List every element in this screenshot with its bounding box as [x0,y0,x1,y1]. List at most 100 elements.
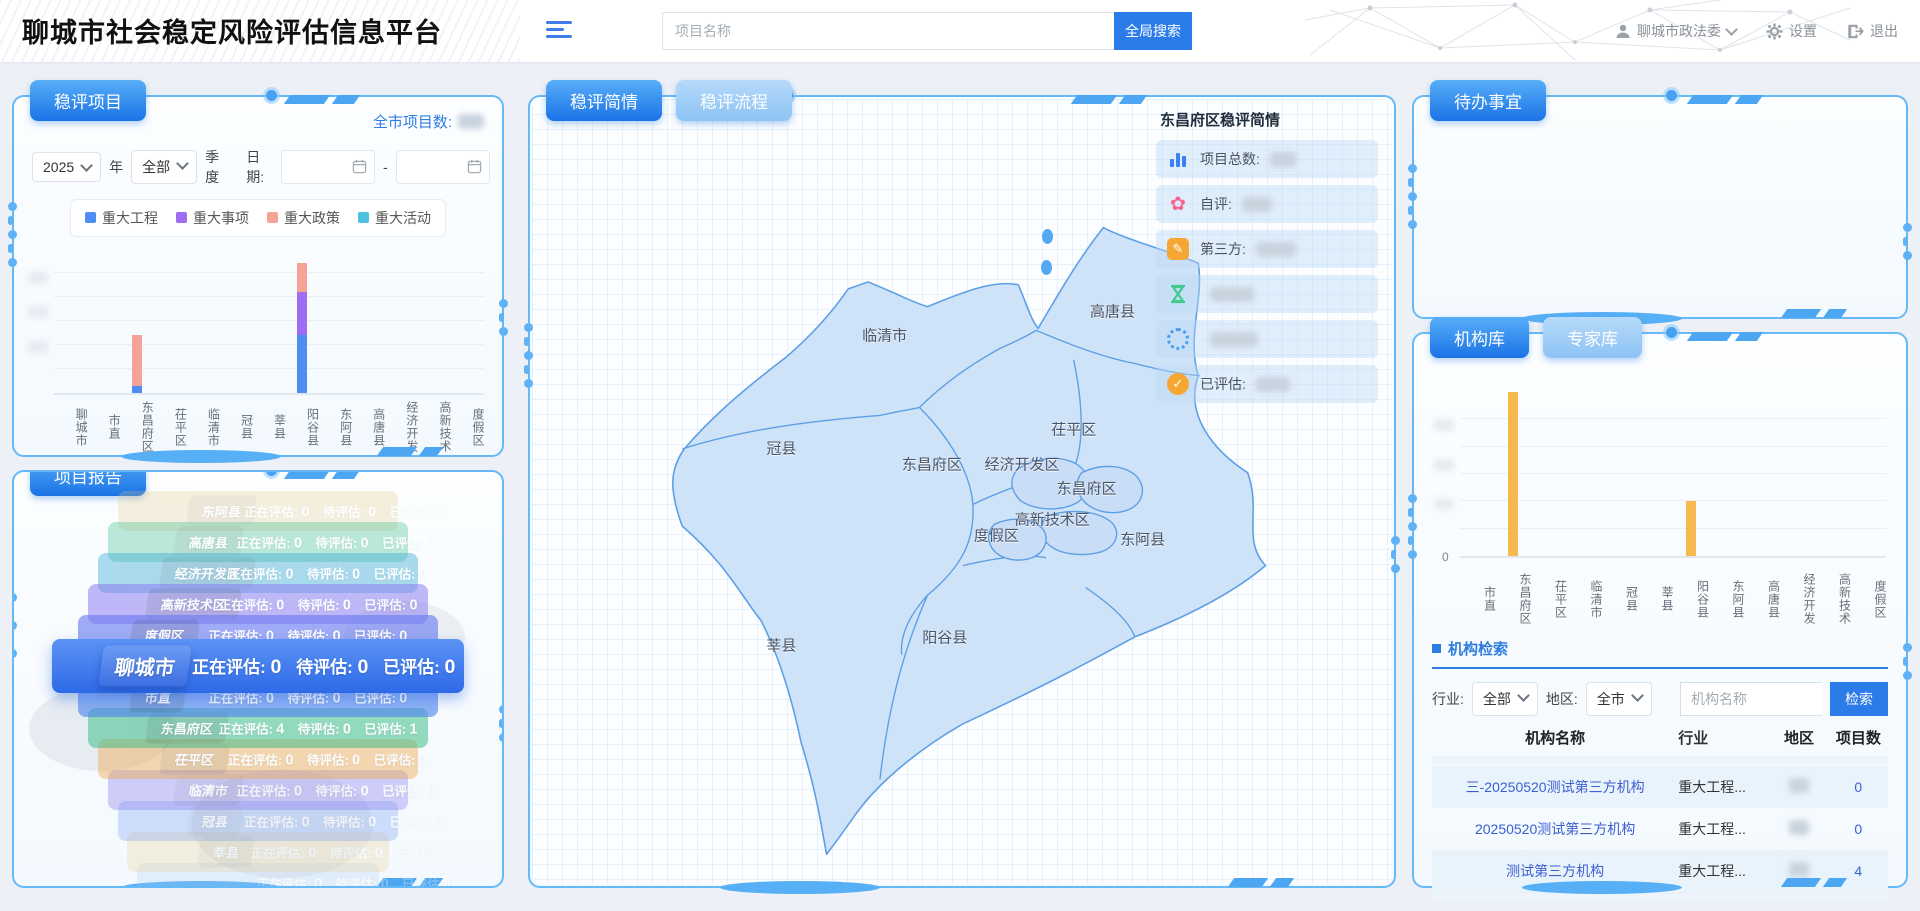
org-name-link[interactable]: 20250520测试第三方机构 [1432,819,1678,839]
y-axis-tick-redacted [1434,498,1454,510]
tab-稳评简情[interactable]: 稳评简情 [546,80,662,121]
chart-gridline [1460,446,1886,447]
map-label-东阿县[interactable]: 东阿县 [1120,528,1165,549]
region-select[interactable]: 全市 [1586,682,1652,716]
chart-gridline [1460,473,1886,474]
panel-decoration [1690,328,1768,346]
org-bar-chart: 0 [1460,392,1886,558]
citywide-project-count-label: 全市项目数: [373,111,452,132]
panel-decoration [1408,489,1417,564]
report-card-聊城市[interactable]: 聊城市正在评估: 0 待评估: 0 已评估: 0 [52,639,464,693]
report-card-stats: 正在评估: 0 待评估: 0 已评估: 0 [236,533,445,552]
map-label-冠县[interactable]: 冠县 [766,438,796,459]
x-axis-label: 经济开发 [1780,566,1816,632]
industry-select[interactable]: 全部 [1472,682,1538,716]
x-axis-label: 高新技术 [1815,566,1851,632]
map-label-经济开发区[interactable]: 经济开发区 [985,454,1060,475]
org-name-input[interactable] [1680,682,1822,716]
quarter-select[interactable]: 全部 [131,150,197,184]
map-decoration-dot [1042,229,1053,244]
legend-item[interactable]: 重大工程 [85,208,158,228]
org-project-count-link[interactable]: 0 [1829,821,1888,837]
x-axis-label: 莘县 [252,399,285,455]
tab-稳评流程[interactable]: 稳评流程 [676,80,792,121]
global-search: 全局搜索 [662,12,1192,50]
panel-decoration [8,197,17,272]
date-end-input[interactable] [396,150,490,184]
org-table-header: 机构名称行业地区项目数 [1432,720,1888,754]
map-label-度假区[interactable]: 度假区 [974,524,1019,545]
map-tabs: 稳评简情稳评流程 [546,80,792,121]
tab-专家库[interactable]: 专家库 [1543,317,1642,358]
bar-阳谷县[interactable] [297,263,307,393]
map-label-茌平区[interactable]: 茌平区 [1051,418,1096,439]
flower-icon: ✿ [1166,192,1190,216]
x-axis-label: 东阿县 [1709,566,1745,632]
chart-gridline [54,272,484,273]
x-axis-label: 市直 [87,399,120,455]
org-table-row[interactable]: 测试第三方机构重大工程...4 [1432,850,1888,892]
info-row: ✎第三方: [1156,230,1378,268]
legend-item[interactable]: 重大活动 [358,208,431,228]
map-label-阳谷县[interactable]: 阳谷县 [922,626,967,647]
org-table-row[interactable]: 三-20250520测试第三方机构重大工程...0 [1432,766,1888,808]
map-label-莘县[interactable]: 莘县 [766,634,796,655]
legend-item[interactable]: 重大政策 [267,208,340,228]
calendar-icon [467,159,482,174]
legend-item[interactable]: 重大事项 [176,208,249,228]
table-strip [1432,756,1888,764]
info-row-label: 项目总数: [1200,149,1260,169]
info-row: ✓已评估: [1156,365,1378,403]
bar-segment [1508,392,1518,556]
user-menu[interactable]: 聊城市政法委 [1615,21,1736,41]
date-start-input[interactable] [281,150,375,184]
chart-gridline [1460,500,1886,501]
org-region-redacted [1789,820,1809,835]
check-circle-icon: ✓ [1166,372,1190,396]
logout-icon [1847,23,1864,40]
year-select[interactable]: 2025 [32,152,101,182]
report-card-stats: 正在评估: 0 待评估: 0 已评估: 0 [228,750,437,769]
x-axis-label: 阳谷县 [286,399,319,455]
tab-机构库[interactable]: 机构库 [1430,317,1529,358]
report-card-stats: 正在评估: 0 待评估: 0 已评估: 0 [244,812,453,831]
bar-东昌府区[interactable] [132,335,142,393]
chevron-down-icon [1725,23,1738,36]
logout-button[interactable]: 退出 [1847,21,1898,41]
bar-阳谷县[interactable] [1686,501,1696,556]
bar-东昌府区[interactable] [1508,392,1518,556]
map-label-高新技术区[interactable]: 高新技术区 [1015,508,1090,529]
todo-panel: 待办事宜 [1412,95,1908,319]
menu-icon[interactable] [546,21,572,42]
map-label-东昌府区[interactable]: 东昌府区 [902,454,962,475]
map-label-临清市[interactable]: 临清市 [862,324,907,345]
org-name-link[interactable]: 测试第三方机构 [1432,861,1678,881]
header-actions: 聊城市政法委 设置 退出 [1615,0,1898,62]
map-decoration-dot [1041,260,1052,275]
org-region-redacted [1789,862,1809,877]
x-axis-label: 茌平区 [153,399,186,455]
org-table-header-行业: 行业 [1678,727,1769,748]
spinner-icon [1166,327,1190,351]
x-axis-label: 高唐县 [352,399,385,455]
x-axis-label: 度假区 [451,399,484,455]
settings-button[interactable]: 设置 [1766,21,1817,41]
org-search-button[interactable]: 检索 [1830,682,1888,716]
district-info-card: 东昌府区稳评简情 项目总数:✿自评:✎第三方:✓已评估: [1156,109,1378,410]
org-project-count-link[interactable]: 0 [1829,779,1888,795]
report-card-region: 东昌府区 [144,713,228,744]
map-label-东昌府区[interactable]: 东昌府区 [1057,477,1117,498]
global-search-input[interactable] [662,12,1114,50]
x-axis-label: 阳谷县 [1673,566,1709,632]
logout-label: 退出 [1870,21,1898,41]
global-search-button[interactable]: 全局搜索 [1114,12,1192,50]
map-label-高唐县[interactable]: 高唐县 [1090,300,1135,321]
panel-decoration [1784,305,1852,323]
info-row: 项目总数: [1156,140,1378,178]
org-name-link[interactable]: 三-20250520测试第三方机构 [1432,777,1678,797]
info-row-value-redacted [1242,197,1272,212]
org-table-row[interactable]: 20250520测试第三方机构重大工程...0 [1432,808,1888,850]
org-project-count-link[interactable]: 4 [1829,863,1888,879]
info-card-title: 东昌府区稳评简情 [1160,109,1378,130]
legend-swatch [176,212,187,223]
